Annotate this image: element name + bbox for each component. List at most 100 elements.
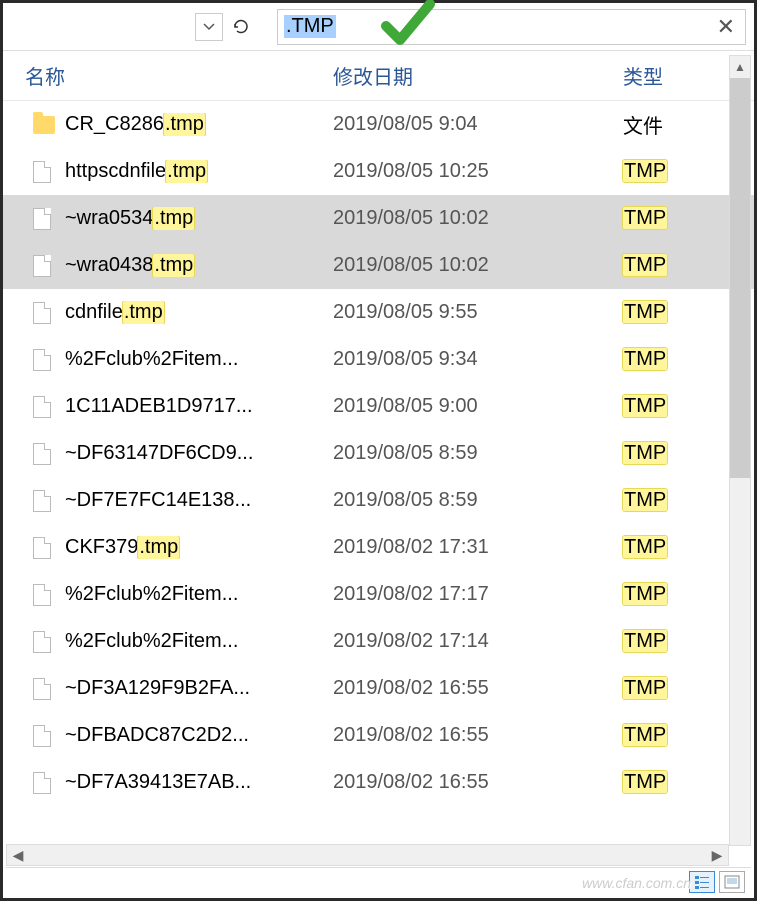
file-type: TMP	[623, 536, 667, 559]
checkmark-icon	[378, 0, 438, 48]
file-date: 2019/08/05 9:34	[333, 348, 623, 371]
search-query-text: .TMP	[284, 15, 336, 38]
file-date: 2019/08/02 16:55	[333, 677, 623, 700]
folder-icon	[33, 116, 55, 134]
table-row[interactable]: CR_C8286.tmp2019/08/05 9:04文件	[3, 101, 754, 148]
status-bar: www.cfan.com.cn	[6, 867, 751, 895]
file-date: 2019/08/05 9:00	[333, 395, 623, 418]
file-name: ~wra0438.tmp	[65, 254, 333, 277]
table-row[interactable]: 1C11ADEB1D9717...2019/08/05 9:00TMP	[3, 383, 754, 430]
file-date: 2019/08/02 16:55	[333, 771, 623, 794]
file-name: ~DF63147DF6CD9...	[65, 442, 333, 465]
file-type: TMP	[623, 442, 667, 465]
view-details-button[interactable]	[689, 871, 715, 893]
table-row[interactable]: CKF379.tmp2019/08/02 17:31TMP	[3, 524, 754, 571]
table-row[interactable]: ~DF63147DF6CD9...2019/08/05 8:59TMP	[3, 430, 754, 477]
file-date: 2019/08/05 9:04	[333, 113, 623, 136]
table-row[interactable]: %2Fclub%2Fitem...2019/08/02 17:17TMP	[3, 571, 754, 618]
file-icon	[33, 396, 51, 418]
table-row[interactable]: ~DF7A39413E7AB...2019/08/02 16:55TMP	[3, 759, 754, 806]
file-name: ~DFBADC87C2D2...	[65, 724, 333, 747]
view-icons-button[interactable]	[719, 871, 745, 893]
file-date: 2019/08/02 17:31	[333, 536, 623, 559]
file-name: httpscdnfile.tmp	[65, 160, 333, 183]
scroll-thumb-v[interactable]	[730, 78, 750, 478]
table-row[interactable]: ~wra0438.tmp2019/08/05 10:02TMP	[3, 242, 754, 289]
file-date: 2019/08/02 17:14	[333, 630, 623, 653]
file-type: TMP	[623, 724, 667, 747]
file-name: %2Fclub%2Fitem...	[65, 630, 333, 653]
table-row[interactable]: cdnfile.tmp2019/08/05 9:55TMP	[3, 289, 754, 336]
file-name: %2Fclub%2Fitem...	[65, 583, 333, 606]
file-date: 2019/08/05 8:59	[333, 489, 623, 512]
file-type: TMP	[623, 301, 667, 324]
header-date[interactable]: 修改日期	[333, 61, 623, 90]
table-row[interactable]: ~DF7E7FC14E138...2019/08/05 8:59TMP	[3, 477, 754, 524]
file-name: %2Fclub%2Fitem...	[65, 348, 333, 371]
file-type: TMP	[623, 489, 667, 512]
file-date: 2019/08/05 10:25	[333, 160, 623, 183]
file-icon	[33, 443, 51, 465]
chevron-down-icon	[203, 23, 215, 31]
file-type: TMP	[623, 395, 667, 418]
toolbar: .TMP ✕	[3, 3, 754, 51]
file-icon	[33, 208, 51, 230]
scroll-left-button[interactable]: ◀	[7, 845, 29, 865]
file-icon	[33, 584, 51, 606]
file-type: TMP	[623, 348, 667, 371]
grid-view-icon	[724, 875, 740, 889]
file-type: TMP	[623, 583, 667, 606]
watermark-text: www.cfan.com.cn	[582, 875, 691, 891]
file-name: CKF379.tmp	[65, 536, 333, 559]
file-type: TMP	[623, 207, 667, 230]
table-row[interactable]: ~DFBADC87C2D2...2019/08/02 16:55TMP	[3, 712, 754, 759]
clear-search-button[interactable]: ✕	[713, 14, 739, 40]
file-type: TMP	[623, 160, 667, 183]
file-name: 1C11ADEB1D9717...	[65, 395, 333, 418]
file-icon	[33, 772, 51, 794]
file-type: TMP	[623, 254, 667, 277]
file-date: 2019/08/02 16:55	[333, 724, 623, 747]
file-date: 2019/08/02 17:17	[333, 583, 623, 606]
file-icon	[33, 678, 51, 700]
table-row[interactable]: %2Fclub%2Fitem...2019/08/02 17:14TMP	[3, 618, 754, 665]
file-icon	[33, 349, 51, 371]
table-row[interactable]: ~DF3A129F9B2FA...2019/08/02 16:55TMP	[3, 665, 754, 712]
scroll-right-button[interactable]: ▶	[706, 845, 728, 865]
file-type: 文件	[623, 110, 663, 139]
file-icon	[33, 302, 51, 324]
list-view-icon	[694, 875, 710, 889]
file-icon	[33, 490, 51, 512]
horizontal-scrollbar[interactable]: ◀ ▶	[6, 844, 729, 866]
file-icon	[33, 537, 51, 559]
table-row[interactable]: httpscdnfile.tmp2019/08/05 10:25TMP	[3, 148, 754, 195]
file-date: 2019/08/05 10:02	[333, 254, 623, 277]
column-headers: 名称 修改日期 类型	[3, 51, 754, 101]
file-icon	[33, 725, 51, 747]
file-name: cdnfile.tmp	[65, 301, 333, 324]
table-row[interactable]: %2Fclub%2Fitem...2019/08/05 9:34TMP	[3, 336, 754, 383]
search-box[interactable]: .TMP ✕	[277, 9, 746, 45]
header-name[interactable]: 名称	[3, 61, 333, 90]
file-icon	[33, 161, 51, 183]
file-name: ~DF3A129F9B2FA...	[65, 677, 333, 700]
file-type: TMP	[623, 677, 667, 700]
file-list: CR_C8286.tmp2019/08/05 9:04文件httpscdnfil…	[3, 101, 754, 851]
file-type: TMP	[623, 771, 667, 794]
file-type: TMP	[623, 630, 667, 653]
file-date: 2019/08/05 9:55	[333, 301, 623, 324]
refresh-button[interactable]	[227, 13, 255, 41]
file-date: 2019/08/05 8:59	[333, 442, 623, 465]
file-name: ~wra0534.tmp	[65, 207, 333, 230]
file-name: CR_C8286.tmp	[65, 113, 333, 136]
path-dropdown-button[interactable]	[195, 13, 223, 41]
file-date: 2019/08/05 10:02	[333, 207, 623, 230]
table-row[interactable]: ~wra0534.tmp2019/08/05 10:02TMP	[3, 195, 754, 242]
vertical-scrollbar[interactable]: ▲	[729, 55, 751, 846]
file-icon	[33, 631, 51, 653]
file-name: ~DF7A39413E7AB...	[65, 771, 333, 794]
refresh-icon	[232, 18, 250, 36]
file-icon	[33, 255, 51, 277]
scroll-up-button[interactable]: ▲	[730, 56, 750, 78]
file-name: ~DF7E7FC14E138...	[65, 489, 333, 512]
